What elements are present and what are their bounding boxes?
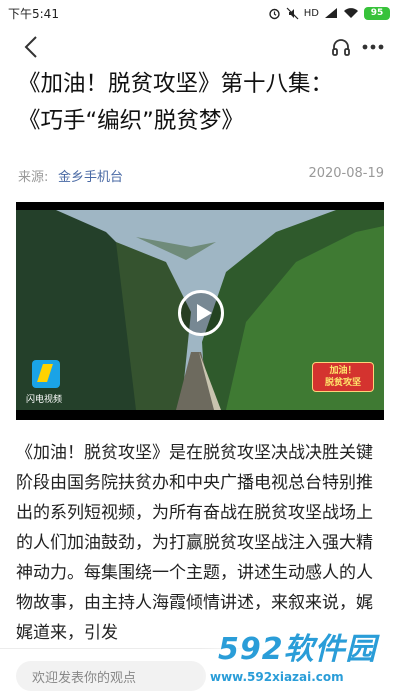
chevron-left-icon bbox=[24, 36, 37, 58]
status-bar: 下午5:41 HD 95 bbox=[0, 0, 400, 26]
status-time: 下午5:41 bbox=[8, 6, 59, 21]
site-watermark: 592软件园 www.592xiazai.com bbox=[200, 618, 400, 700]
listen-button[interactable] bbox=[330, 36, 352, 58]
article-title-line2: 《巧手“编织”脱贫梦》 bbox=[18, 108, 244, 134]
channel-name: 闪电视频 bbox=[26, 395, 63, 405]
source-label: 来源: bbox=[18, 170, 49, 185]
channel-logo: 闪电视频 bbox=[26, 360, 76, 412]
battery-icon: 95 bbox=[364, 6, 390, 20]
alarm-icon bbox=[269, 8, 280, 19]
watermark-url: www.592xiazai.com bbox=[210, 670, 344, 684]
signal-icon bbox=[325, 8, 337, 18]
back-button[interactable] bbox=[18, 34, 46, 60]
more-button[interactable] bbox=[360, 36, 386, 58]
article-meta: 来源: 金乡手机台 2020-08-19 bbox=[18, 166, 384, 186]
lightning-icon bbox=[32, 360, 60, 388]
status-icons: HD 95 bbox=[268, 6, 390, 20]
video-player[interactable]: 闪电视频 加油！ 脱贫攻坚 bbox=[16, 202, 384, 420]
more-dots-icon bbox=[362, 44, 384, 50]
mute-icon bbox=[286, 7, 299, 19]
show-logo-line1: 加油！ bbox=[329, 366, 357, 376]
article-title: 《加油！脱贫攻坚》第十八集： 《巧手“编织”脱贫梦》 bbox=[18, 66, 388, 140]
watermark-brand: 592软件园 bbox=[218, 632, 377, 667]
comment-input[interactable]: 欢迎发表你的观点 bbox=[16, 661, 206, 691]
source-link[interactable]: 金乡手机台 bbox=[58, 166, 123, 185]
wifi-icon bbox=[344, 8, 358, 18]
network-type: HD bbox=[303, 7, 319, 19]
article-title-line1: 《加油！脱贫攻坚》第十八集： bbox=[18, 71, 334, 97]
nav-bar bbox=[0, 26, 400, 66]
headphones-icon bbox=[332, 39, 350, 56]
show-logo: 加油！ 脱贫攻坚 bbox=[312, 362, 374, 392]
show-logo-line2: 脱贫攻坚 bbox=[324, 378, 361, 388]
play-button[interactable] bbox=[178, 290, 224, 336]
publish-date: 2020-08-19 bbox=[308, 166, 384, 181]
